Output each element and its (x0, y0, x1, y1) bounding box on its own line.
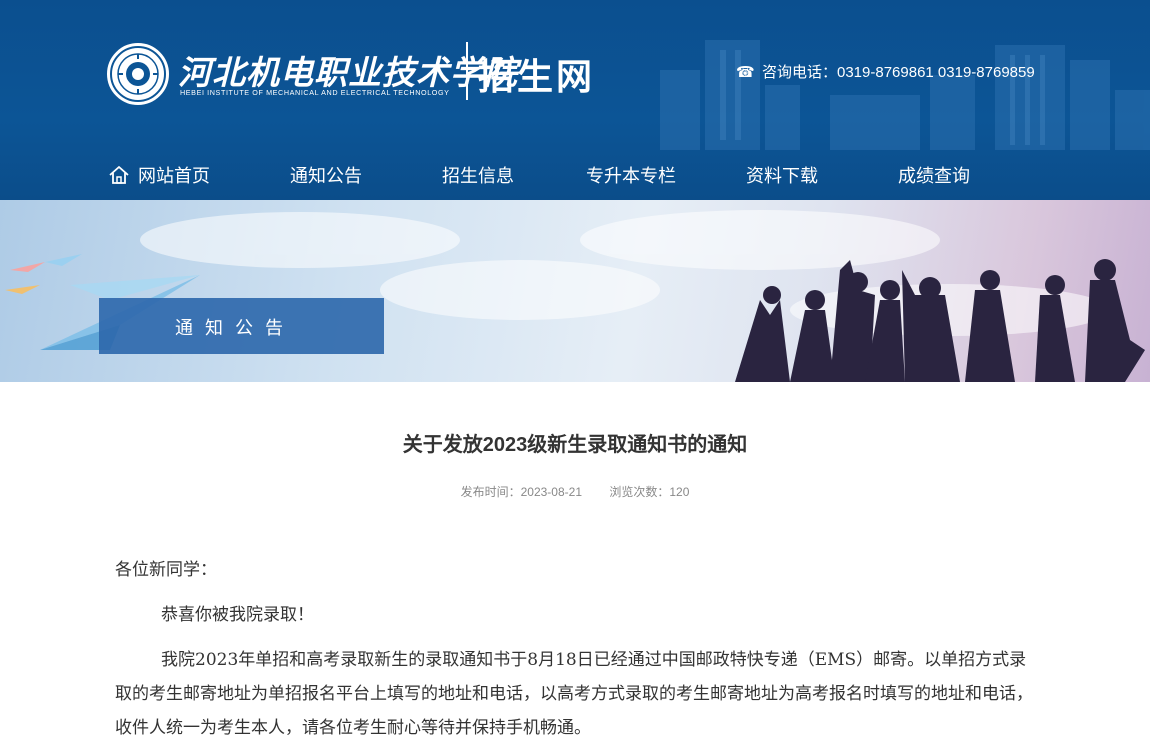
main-nav: 网站首页 通知公告 招生信息 专升本专栏 资料下载 成绩查询 (0, 150, 1150, 200)
article-paragraph: 恭喜你被我院录取！ (161, 605, 314, 625)
nav-item-notices[interactable]: 通知公告 (290, 162, 362, 188)
nav-item-downloads[interactable]: 资料下载 (746, 162, 818, 188)
nav-item-home[interactable]: 网站首页 (108, 162, 210, 188)
article-meta: 发布时间：2023-08-21 浏览次数：120 (0, 483, 1150, 500)
home-icon (109, 166, 129, 184)
hotline: ☎ 咨询电话：0319-8769861 0319-8769859 (736, 61, 1035, 82)
nav-item-label: 网站首页 (138, 166, 210, 186)
school-name-english: HEBEI INSTITUTE OF MECHANICAL AND ELECTR… (180, 88, 450, 97)
publish-time: 发布时间：2023-08-21 (460, 485, 582, 499)
phone-icon: ☎ (736, 63, 755, 81)
site-header: 河北机电职业技术学院 HEBEI INSTITUTE OF MECHANICAL… (0, 0, 1150, 200)
banner-illustration (5, 210, 1145, 382)
hotline-text: 咨询电话：0319-8769861 0319-8769859 (762, 64, 1035, 81)
article-paragraph: 我院2023年单招和高考录取新生的录取通知书于8月18日已经通过中国邮政特快专递… (115, 650, 1033, 738)
article-body: 各位新同学： 恭喜你被我院录取！ 我院2023年单招和高考录取新生的录取通知书于… (115, 553, 1035, 756)
nav-item-scores[interactable]: 成绩查询 (898, 162, 970, 188)
banner: 通知公告 (0, 200, 1150, 382)
nav-item-upgrade[interactable]: 专升本专栏 (586, 162, 676, 188)
logo-divider (466, 42, 468, 100)
site-name[interactable]: 招生网 (478, 48, 595, 100)
view-count: 浏览次数：120 (609, 485, 690, 499)
school-logo-emblem[interactable] (107, 43, 169, 105)
article-greeting: 各位新同学： (115, 560, 217, 580)
article-title: 关于发放2023级新生录取通知书的通知 (402, 434, 748, 456)
nav-item-admissions[interactable]: 招生信息 (442, 162, 514, 188)
section-title: 通知公告 (175, 318, 295, 338)
